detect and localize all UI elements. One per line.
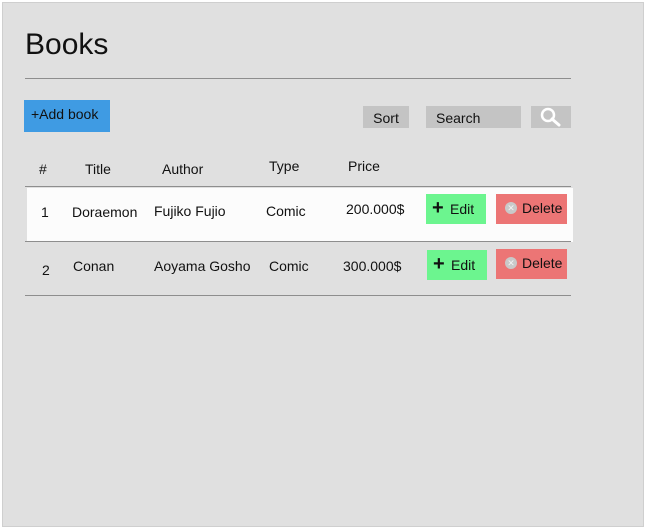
delete-button-label: Delete	[522, 255, 563, 271]
delete-button-label: Delete	[522, 200, 563, 216]
add-book-button[interactable]: +Add book	[24, 100, 110, 132]
book-author: Fujiko Fujio	[154, 203, 226, 219]
book-price: 200.000$	[346, 201, 405, 217]
row-divider	[25, 241, 571, 242]
book-type: Comic	[266, 203, 306, 219]
close-circle-icon: ✕	[505, 202, 517, 214]
edit-button-label: Edit	[451, 257, 476, 273]
search-input[interactable]	[426, 106, 521, 128]
book-title: Conan	[73, 258, 115, 274]
column-header-type: Type	[269, 158, 300, 174]
column-header-price: Price	[348, 158, 380, 174]
book-author: Aoyama Gosho	[154, 258, 251, 274]
close-circle-icon: ✕	[505, 257, 517, 269]
column-header-author: Author	[162, 161, 204, 177]
edit-button-label: Edit	[450, 201, 475, 217]
column-header-title: Title	[85, 161, 111, 177]
page-title: Books	[25, 28, 109, 61]
title-divider	[25, 78, 571, 79]
search-button[interactable]	[531, 106, 571, 128]
column-header-number: #	[39, 161, 47, 177]
book-title: Doraemon	[72, 204, 138, 220]
table-bottom-divider	[25, 295, 571, 296]
row-number: 2	[42, 262, 50, 278]
magnifier-icon	[540, 107, 561, 127]
row-number: 1	[41, 204, 49, 220]
page-frame: Books +Add book Sort # Title Author Type…	[2, 2, 644, 527]
delete-button[interactable]: ✕ Delete	[496, 249, 567, 279]
delete-button[interactable]: ✕ Delete	[496, 194, 567, 224]
edit-button[interactable]: + Edit	[426, 194, 486, 224]
edit-button[interactable]: + Edit	[427, 250, 487, 280]
book-type: Comic	[269, 258, 309, 274]
sort-button[interactable]: Sort	[363, 106, 409, 128]
plus-icon: +	[433, 253, 445, 275]
header-divider	[25, 186, 571, 187]
plus-icon: +	[432, 197, 444, 219]
book-price: 300.000$	[343, 258, 402, 274]
